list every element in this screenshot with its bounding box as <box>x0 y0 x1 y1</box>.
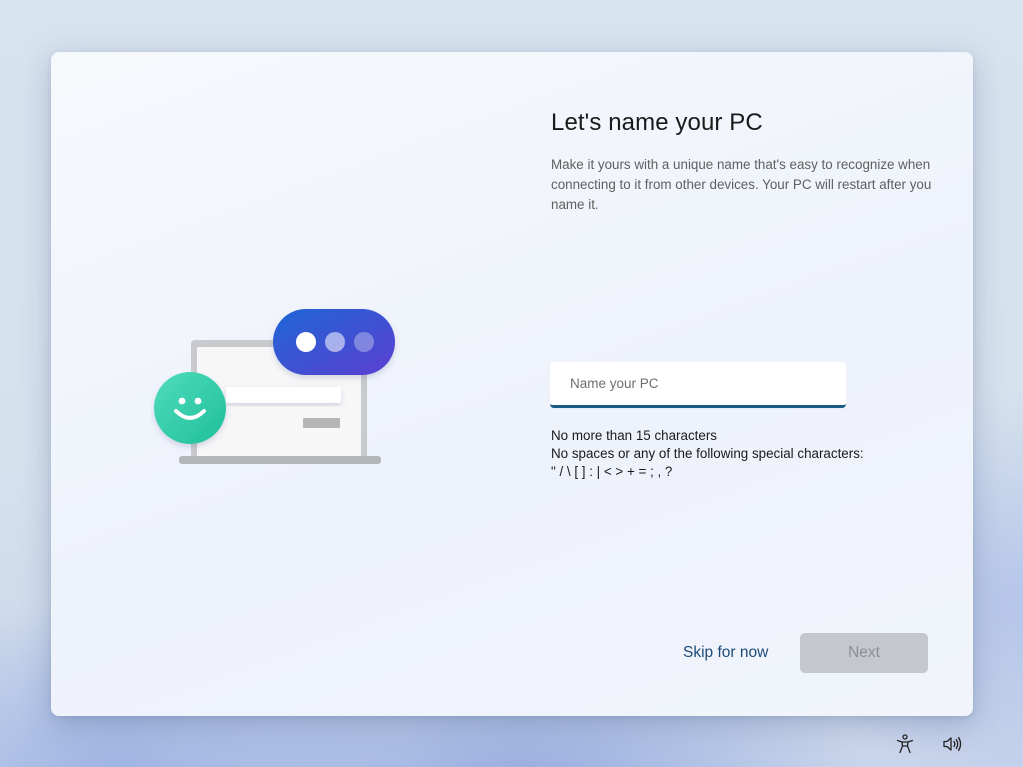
rule-no-special: No spaces or any of the following specia… <box>551 446 864 461</box>
pc-naming-illustration <box>154 309 395 464</box>
setup-card: Let's name your PC Make it yours with a … <box>51 52 973 716</box>
skip-for-now-button[interactable]: Skip for now <box>683 644 768 662</box>
naming-rules: No more than 15 characters No spaces or … <box>551 427 864 481</box>
rule-max-length: No more than 15 characters <box>551 428 717 443</box>
accessibility-icon[interactable] <box>894 733 916 755</box>
page-description: Make it yours with a unique name that's … <box>551 157 932 212</box>
rule-special-characters: " / \ [ ] : | < > + = ; , ? <box>551 464 673 479</box>
pc-name-input[interactable] <box>550 362 846 408</box>
volume-icon[interactable] <box>941 733 963 755</box>
smiley-icon <box>154 372 226 444</box>
page-title: Let's name your PC <box>551 109 763 136</box>
chat-bubble-icon <box>273 309 395 375</box>
next-button[interactable]: Next <box>800 633 928 673</box>
